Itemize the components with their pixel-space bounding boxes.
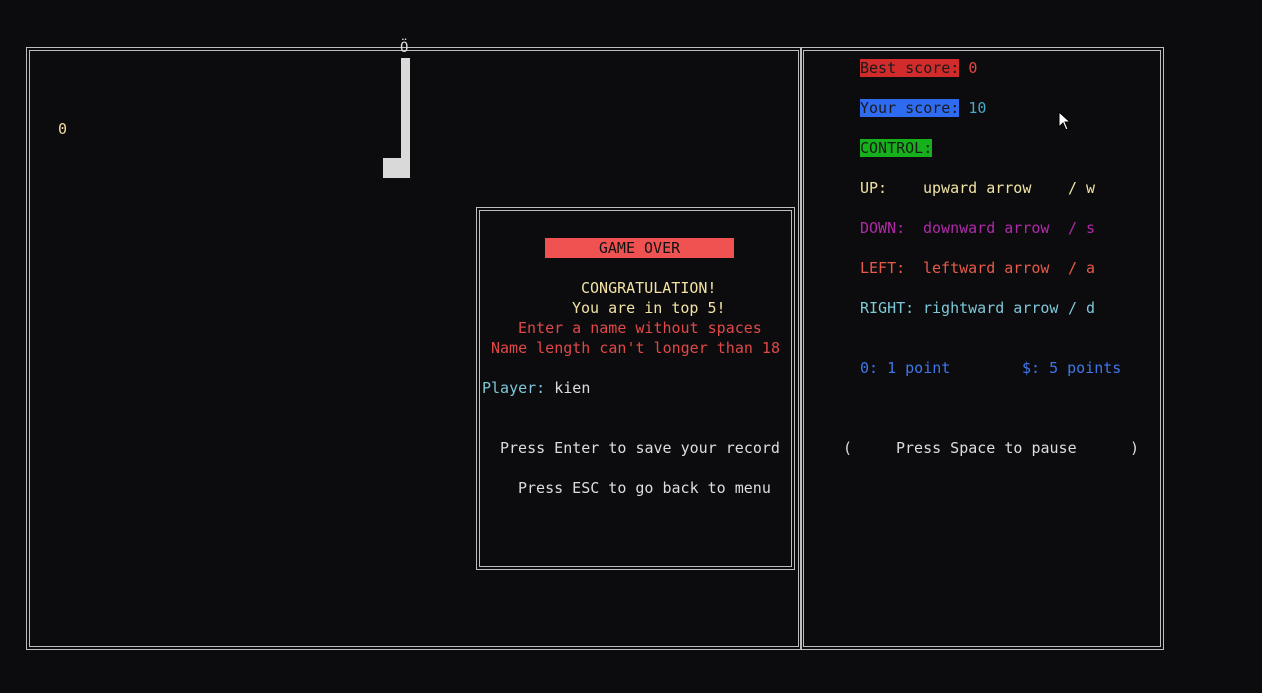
pause-bracket-open: (	[843, 439, 853, 457]
side-panel	[800, 47, 1164, 650]
control-right-alt: / d	[1068, 299, 1096, 317]
control-right-key: RIGHT:	[860, 299, 915, 317]
gameover-title: GAME OVER	[545, 238, 734, 258]
your-score-label: Your score:	[860, 99, 960, 117]
snake-body-tail	[383, 158, 410, 178]
player-name-input[interactable]: kien	[554, 379, 590, 397]
control-up-row: UP:	[860, 178, 887, 198]
top-rank-text: You are in top 5!	[572, 299, 726, 317]
control-heading: CONTROL:	[860, 139, 933, 157]
snake-head: Ö	[400, 40, 409, 56]
pause-bracket-close: )	[1130, 439, 1140, 457]
control-down-alt: / s	[1068, 219, 1096, 237]
pause-hint: Press Space to pause	[896, 439, 1077, 457]
player-label: Player:	[482, 379, 546, 397]
control-right-action: rightward arrow	[923, 299, 1059, 317]
points-small-food: 0: 1 point	[860, 359, 951, 377]
your-score-value: 10	[968, 99, 987, 117]
back-to-menu-hint: Press ESC to go back to menu	[518, 479, 771, 497]
save-record-hint: Press Enter to save your record	[500, 439, 780, 457]
points-big-food: $: 5 points	[1022, 359, 1122, 377]
control-heading-row: CONTROL:	[860, 138, 933, 158]
best-score-row: Best score: 0	[860, 58, 977, 78]
control-left-alt: / a	[1068, 259, 1096, 277]
your-score-row: Your score: 10	[860, 98, 986, 118]
mouse-pointer-icon	[1058, 110, 1072, 135]
name-hint: Enter a name without spaces	[518, 319, 762, 337]
control-down-action: downward arrow	[923, 219, 1050, 237]
control-up-alt: / w	[1068, 179, 1096, 197]
control-up-key: UP:	[860, 179, 888, 197]
control-down-key: DOWN:	[860, 219, 906, 237]
best-score-label: Best score:	[860, 59, 960, 77]
food-item: 0	[58, 120, 68, 138]
control-left-key: LEFT:	[860, 259, 906, 277]
best-score-value: 0	[968, 59, 978, 77]
player-row: Player: kien	[482, 378, 590, 398]
control-left-action: leftward arrow	[923, 259, 1050, 277]
control-up-action: upward arrow	[923, 179, 1032, 197]
name-length-hint: Name length can't longer than 18	[491, 339, 780, 357]
congrats-text: CONGRATULATION!	[581, 279, 717, 297]
